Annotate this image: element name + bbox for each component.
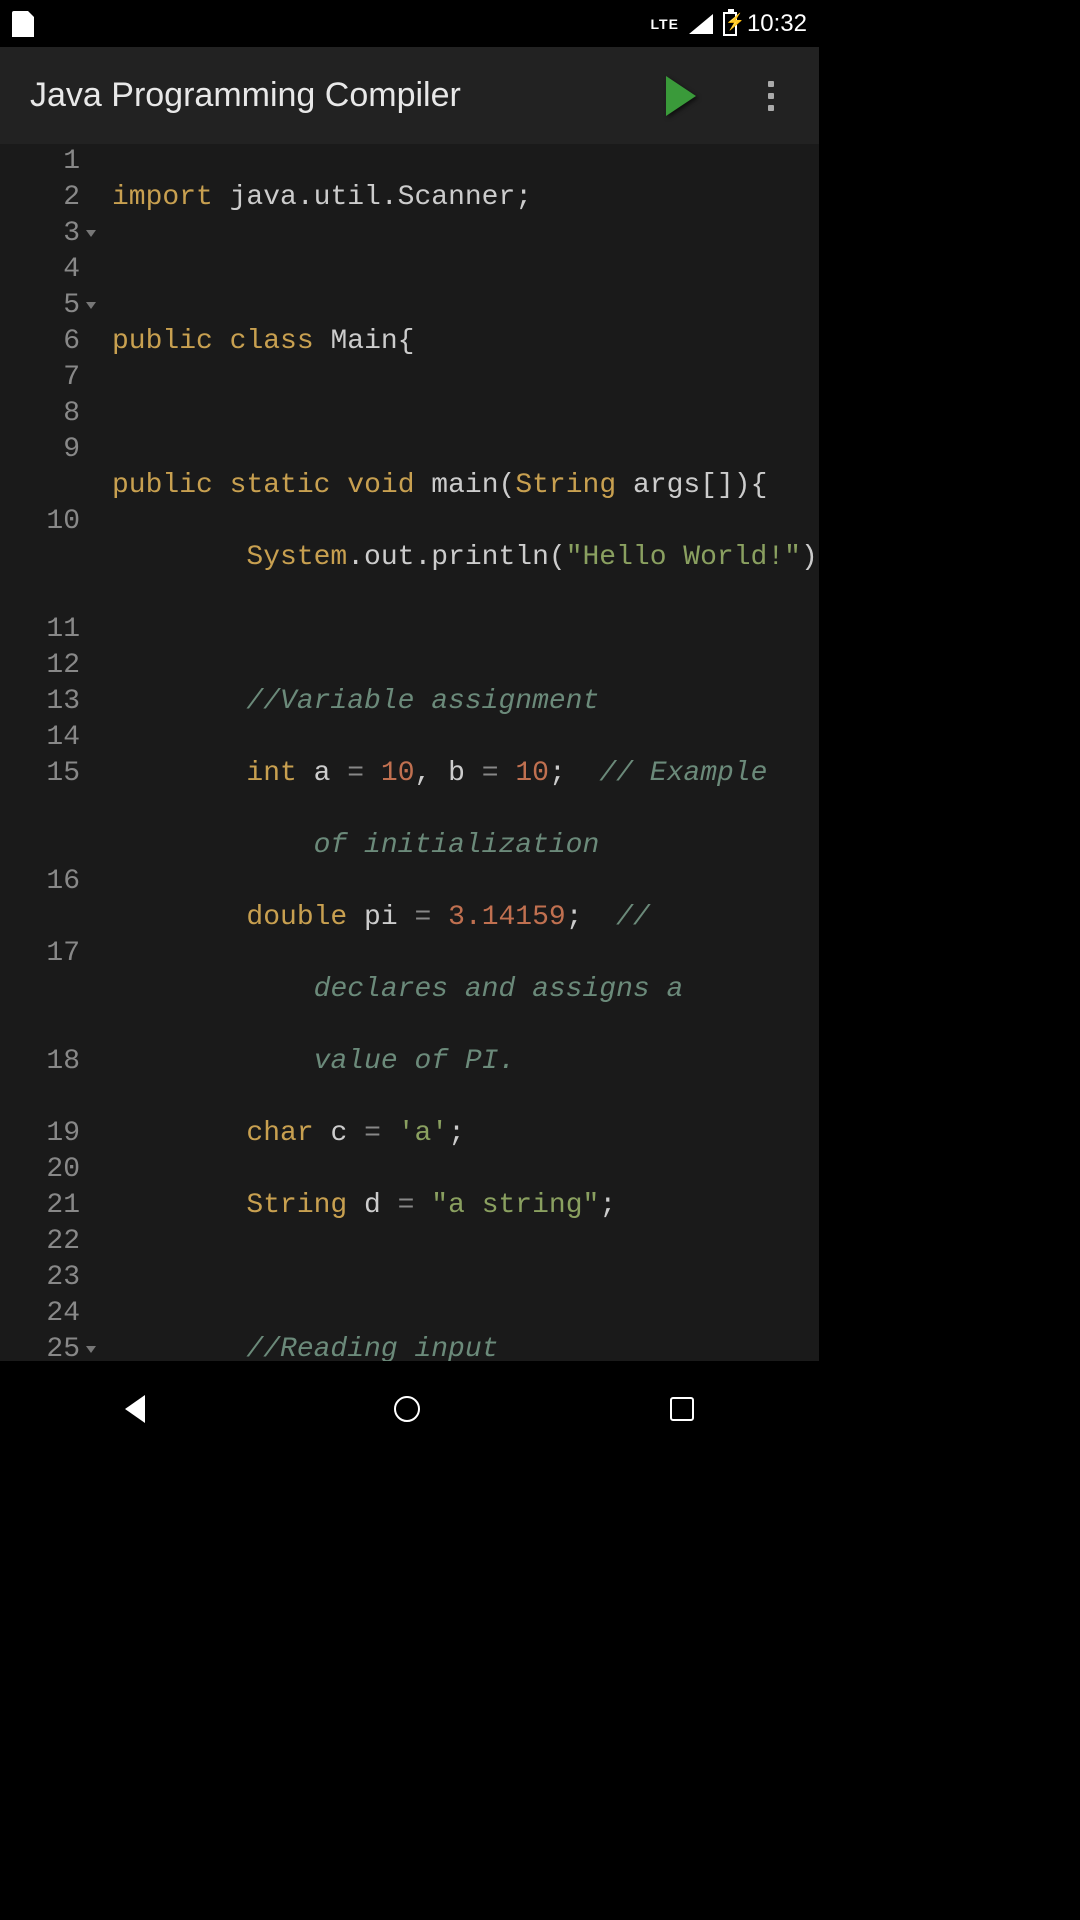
play-icon: [666, 76, 696, 116]
line-number: 5: [0, 288, 80, 324]
code-line[interactable]: public static void main(String args[]){: [112, 468, 819, 504]
line-number: 23: [0, 1260, 80, 1296]
code-line[interactable]: [112, 252, 819, 288]
line-number: 14: [0, 720, 80, 756]
status-right: LTE 10:32: [651, 10, 807, 38]
status-bar: LTE 10:32: [0, 0, 819, 47]
app-actions: [651, 66, 819, 126]
code-line[interactable]: [112, 396, 819, 432]
line-number: 7: [0, 360, 80, 396]
nav-recent-button[interactable]: [670, 1397, 694, 1421]
line-number: 8: [0, 396, 80, 432]
network-lte-label: LTE: [651, 16, 679, 32]
back-icon: [125, 1395, 145, 1423]
line-number: 13: [0, 684, 80, 720]
code-line[interactable]: value of PI.: [112, 1044, 819, 1080]
code-line[interactable]: String d = "a string";: [112, 1188, 819, 1224]
line-number: 11: [0, 612, 80, 648]
line-number: 22: [0, 1224, 80, 1260]
line-number: 10: [0, 504, 80, 612]
line-number: 15: [0, 756, 80, 864]
more-dot-icon: [768, 93, 774, 99]
code-area[interactable]: import java.util.Scanner; public class M…: [102, 144, 819, 1361]
line-number: 2: [0, 180, 80, 216]
line-number: 3: [0, 216, 80, 252]
line-number: 19: [0, 1116, 80, 1152]
more-dot-icon: [768, 105, 774, 111]
overflow-menu-button[interactable]: [741, 66, 801, 126]
app-bar: Java Programming Compiler: [0, 47, 819, 144]
status-left: [12, 11, 34, 37]
line-number: 6: [0, 324, 80, 360]
nav-home-button[interactable]: [394, 1396, 420, 1422]
code-line[interactable]: public class Main{: [112, 324, 819, 360]
line-number: 21: [0, 1188, 80, 1224]
code-editor[interactable]: 1 2 3 4 5 6 7 8 9 10 11 12 13 14 15 16 1…: [0, 144, 819, 1361]
line-number: 24: [0, 1296, 80, 1332]
line-number: 17: [0, 936, 80, 1044]
more-dot-icon: [768, 81, 774, 87]
battery-charging-icon: [723, 12, 737, 36]
line-number: 9: [0, 432, 80, 504]
line-number: 16: [0, 864, 80, 936]
nav-back-button[interactable]: [125, 1395, 145, 1423]
code-line[interactable]: //Reading input: [112, 1332, 819, 1361]
line-number: 1: [0, 144, 80, 180]
line-number: 12: [0, 648, 80, 684]
line-number-gutter: 1 2 3 4 5 6 7 8 9 10 11 12 13 14 15 16 1…: [0, 144, 102, 1361]
clock-text: 10:32: [747, 10, 807, 38]
run-button[interactable]: [651, 66, 711, 126]
code-line[interactable]: char c = 'a';: [112, 1116, 819, 1152]
code-line[interactable]: //Variable assignment: [112, 684, 819, 720]
line-number: 20: [0, 1152, 80, 1188]
sd-card-icon: [12, 11, 34, 37]
home-icon: [394, 1396, 420, 1422]
code-line[interactable]: declares and assigns a: [112, 972, 819, 1008]
code-line[interactable]: import java.util.Scanner;: [112, 180, 819, 216]
code-line[interactable]: double pi = 3.14159; //: [112, 900, 819, 936]
code-line[interactable]: [112, 1260, 819, 1296]
code-line[interactable]: [112, 612, 819, 648]
code-line[interactable]: System.out.println("Hello World!");: [112, 540, 819, 576]
line-number: 18: [0, 1044, 80, 1116]
code-line[interactable]: int a = 10, b = 10; // Example: [112, 756, 819, 792]
line-number: 4: [0, 252, 80, 288]
code-line[interactable]: of initialization: [112, 828, 819, 864]
recent-icon: [670, 1397, 694, 1421]
signal-icon: [689, 14, 713, 34]
app-title: Java Programming Compiler: [30, 76, 461, 115]
navigation-bar: [0, 1361, 819, 1456]
